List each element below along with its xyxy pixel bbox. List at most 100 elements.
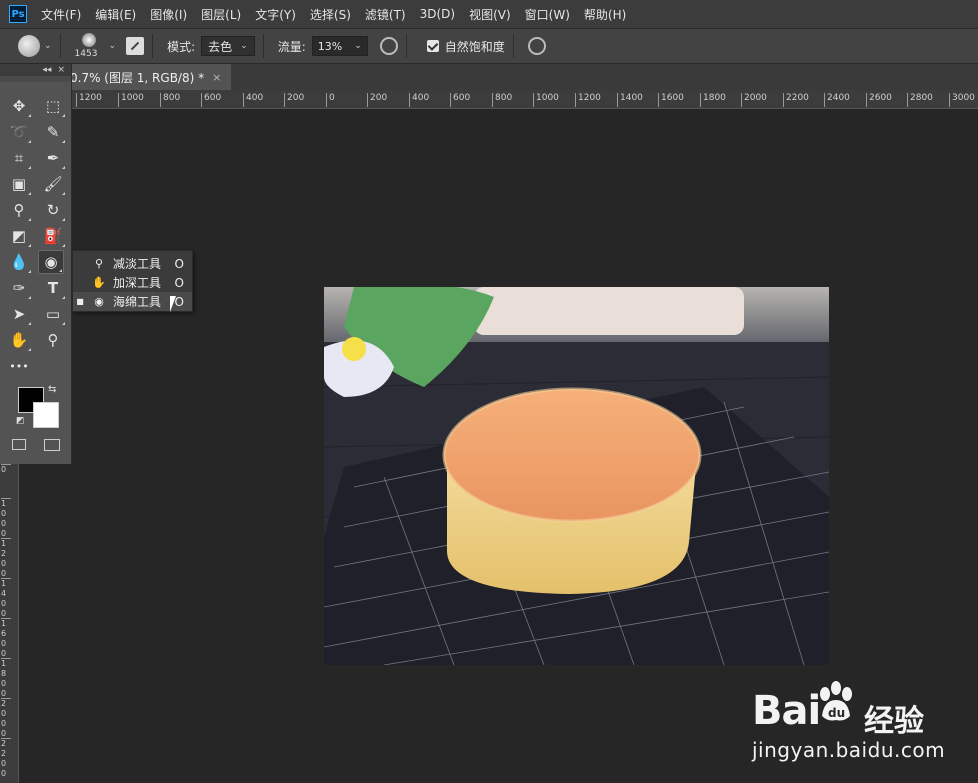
menu-type[interactable]: 文字(Y) (255, 6, 296, 23)
shortcut-key: O (174, 256, 184, 271)
quick-mask-icon[interactable] (12, 439, 26, 450)
quick-select-tool[interactable]: ✎ (40, 120, 66, 144)
sponge-icon: ◉ (94, 295, 104, 308)
ruler-label: 1400 (617, 93, 643, 107)
watermark-du: du (828, 706, 845, 720)
type-tool[interactable]: T (40, 276, 66, 300)
menu-3d[interactable]: 3D(D) (420, 7, 455, 21)
ruler-label: 2800 (907, 93, 933, 107)
chevron-down-icon[interactable]: ⌄ (354, 41, 362, 51)
stamp-icon: ⚲ (13, 201, 25, 219)
chevron-down-icon[interactable]: ⌄ (109, 41, 117, 51)
move-icon: ✥ (12, 97, 26, 115)
ruler-label: 1200 (76, 93, 102, 107)
crop-tool[interactable]: ⌗ (6, 146, 32, 170)
rectangle-icon: ▭ (45, 305, 61, 323)
vibrance-checkbox[interactable] (426, 40, 439, 52)
photoshop-logo-icon[interactable]: Ps (9, 5, 27, 23)
menu-view[interactable]: 视图(V) (469, 6, 511, 23)
ruler-label: 1000 (118, 93, 144, 107)
canvas-image[interactable] (324, 287, 829, 665)
eyedropper-icon: ✒ (46, 149, 60, 167)
brush-settings-icon[interactable] (126, 37, 145, 55)
move-tool[interactable]: ✥ (6, 94, 32, 118)
zoom-icon: ⚲ (47, 331, 59, 349)
frame-tool[interactable]: ▣ (6, 172, 32, 196)
ruler-label: 1000 (1, 498, 11, 539)
brush-size-value: 1453 (74, 49, 98, 59)
menu-file[interactable]: 文件(F) (41, 6, 81, 23)
baidu-jingyan-watermark: Bai du 经验 jingyan.baidu.com (752, 680, 962, 770)
document-tab[interactable]: 0.7% (图层 1, RGB/8) * × (60, 64, 232, 90)
options-bar: ⌄ 1453 ⌄ 模式: 去色 ⌄ 流量: 13% ⌄ 自然饱和度 (0, 28, 978, 64)
pen-icon: ✑ (12, 279, 26, 297)
menu-help[interactable]: 帮助(H) (584, 6, 626, 23)
menu-edit[interactable]: 编辑(E) (95, 6, 136, 23)
toolbox-panel: ◂◂ × ✥ ⬚ ➰ ✎ ⌗ ✒ ▣ 🖌 ⚲ ↻ ◩ ⛽ 💧 ◉ ✑ T ➤ ▭… (0, 64, 72, 464)
airbrush-icon[interactable] (379, 37, 398, 55)
menu-image[interactable]: 图像(I) (150, 6, 187, 23)
menu-filter[interactable]: 滤镜(T) (365, 6, 406, 23)
pen-tool[interactable]: ✑ (6, 276, 32, 300)
menu-window[interactable]: 窗口(W) (525, 6, 570, 23)
flow-input[interactable]: 13% ⌄ (311, 36, 368, 56)
swap-colors-icon[interactable]: ⇆ (48, 384, 56, 395)
divider (59, 34, 61, 58)
ruler-label: 1800 (700, 93, 726, 107)
dodge-icon: ⚲ (94, 257, 104, 270)
ruler-label: 0 (1, 464, 11, 475)
history-brush-tool[interactable]: ↻ (40, 198, 66, 222)
blur-icon: 💧 (9, 253, 29, 271)
toolbox-grip[interactable] (0, 76, 71, 82)
ruler-label: 200 (367, 93, 387, 107)
paint-bucket-icon: ⛽ (43, 227, 63, 245)
divider (152, 34, 154, 58)
ruler-label: 0 (326, 93, 335, 107)
dodge-tool-item[interactable]: ⚲ 减淡工具 O (73, 254, 192, 273)
ellipsis-icon: ••• (9, 359, 29, 373)
chevron-down-icon[interactable]: ⌄ (44, 41, 52, 51)
sponge-tool[interactable]: ◉ (38, 250, 64, 274)
sponge-preset-icon[interactable] (18, 35, 40, 57)
close-icon[interactable]: × (212, 71, 221, 84)
close-icon[interactable]: × (57, 65, 65, 75)
menu-select[interactable]: 选择(S) (310, 6, 351, 23)
mouse-cursor-icon (170, 296, 182, 312)
zoom-tool[interactable]: ⚲ (40, 328, 66, 352)
ruler-label: 2400 (824, 93, 850, 107)
paint-bucket-tool[interactable]: ⛽ (40, 224, 66, 248)
ruler-label: 1800 (1, 658, 11, 699)
eraser-tool[interactable]: ◩ (6, 224, 32, 248)
marquee-icon: ⬚ (45, 97, 61, 115)
mode-select[interactable]: 去色 ⌄ (201, 36, 255, 56)
eyedropper-tool[interactable]: ✒ (40, 146, 66, 170)
hand-tool[interactable]: ✋ (6, 328, 32, 352)
screen-mode-icon[interactable] (44, 439, 60, 451)
path-select-icon: ➤ (12, 305, 26, 323)
ruler-label: 2600 (866, 93, 892, 107)
brush-preset-picker[interactable]: 1453 (75, 31, 105, 61)
quick-select-icon: ✎ (46, 123, 60, 141)
path-select-tool[interactable]: ➤ (6, 302, 32, 326)
ruler-label: 1200 (575, 93, 601, 107)
burn-tool-item[interactable]: ✋ 加深工具 O (73, 273, 192, 292)
blur-tool[interactable]: 💧 (6, 250, 32, 274)
hand-icon: ✋ (9, 331, 29, 349)
stamp-tool[interactable]: ⚲ (6, 198, 32, 222)
default-colors-icon[interactable]: ◩ (16, 416, 25, 426)
history-brush-icon: ↻ (46, 201, 60, 219)
collapse-icon[interactable]: ◂◂ (42, 65, 51, 75)
ruler-label: 2000 (1, 698, 11, 739)
lasso-icon: ➰ (9, 123, 29, 141)
rectangle-tool[interactable]: ▭ (40, 302, 66, 326)
background-color-swatch[interactable] (33, 402, 59, 428)
ruler-label: 400 (409, 93, 429, 107)
menu-layer[interactable]: 图层(L) (201, 6, 241, 23)
brush-tool[interactable]: 🖌 (40, 172, 66, 196)
marquee-tool[interactable]: ⬚ (40, 94, 66, 118)
ruler-label: 1600 (1, 618, 11, 659)
more-tools[interactable]: ••• (6, 354, 32, 378)
brush-icon: 🖌 (43, 175, 63, 193)
pressure-icon[interactable] (527, 37, 546, 55)
lasso-tool[interactable]: ➰ (6, 120, 32, 144)
